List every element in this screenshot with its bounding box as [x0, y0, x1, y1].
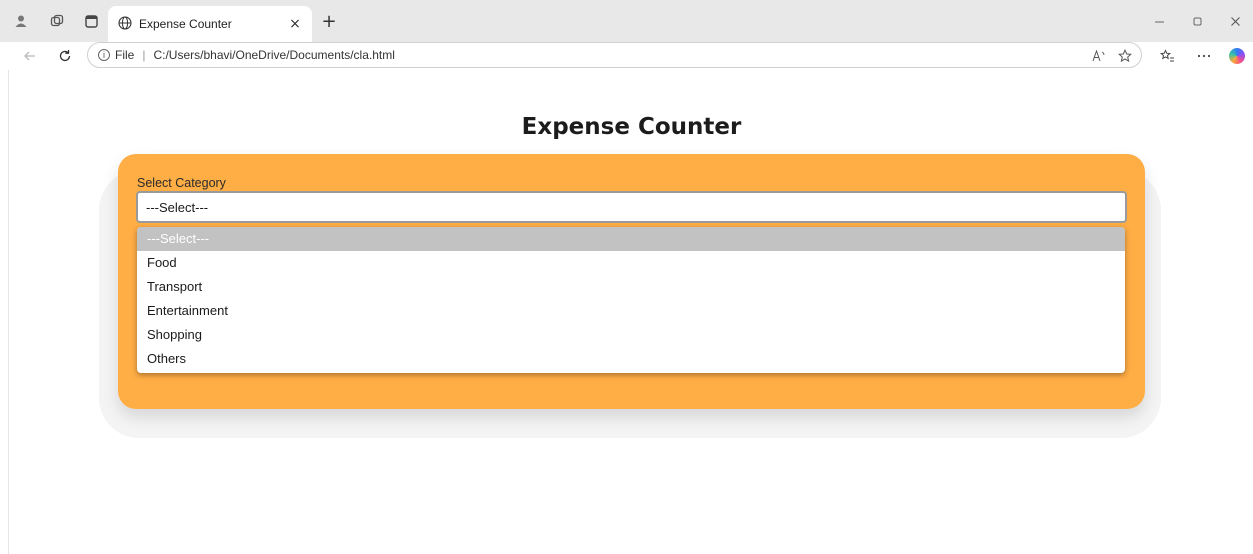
- refresh-icon[interactable]: [53, 44, 77, 68]
- dropdown-option-entertainment[interactable]: Entertainment: [137, 299, 1125, 323]
- category-label: Select Category: [137, 176, 226, 190]
- workspaces-icon[interactable]: [44, 8, 70, 34]
- back-icon[interactable]: [18, 44, 42, 68]
- url-separator: |: [142, 48, 146, 62]
- tab-actions-icon[interactable]: [78, 8, 104, 34]
- favorite-star-icon[interactable]: [1113, 43, 1137, 69]
- dropdown-option-food[interactable]: Food: [137, 251, 1125, 275]
- page-viewport: Expense Counter Select Category ---Selec…: [8, 70, 1253, 554]
- tab-title: Expense Counter: [139, 17, 232, 31]
- tab-close-icon[interactable]: ×: [284, 16, 306, 32]
- read-aloud-icon[interactable]: [1087, 43, 1111, 69]
- close-window-icon[interactable]: [1220, 10, 1250, 32]
- minimize-icon[interactable]: [1144, 10, 1174, 32]
- more-options-icon[interactable]: [1191, 44, 1217, 68]
- copilot-icon[interactable]: [1224, 44, 1250, 68]
- page-title: Expense Counter: [521, 114, 742, 140]
- address-bar: i File | C:/Users/bhavi/OneDrive/Documen…: [0, 42, 1253, 70]
- dropdown-option-transport[interactable]: Transport: [137, 275, 1125, 299]
- category-select[interactable]: ---Select---: [136, 191, 1127, 223]
- dropdown-option-placeholder[interactable]: ---Select---: [137, 227, 1125, 251]
- url-path: C:/Users/bhavi/OneDrive/Documents/cla.ht…: [153, 48, 395, 62]
- tab-bar: Expense Counter × +: [0, 0, 1253, 42]
- info-icon[interactable]: i: [98, 49, 110, 61]
- browser-tab[interactable]: Expense Counter ×: [108, 6, 312, 42]
- url-field[interactable]: i File | C:/Users/bhavi/OneDrive/Documen…: [87, 42, 1142, 68]
- category-dropdown-list: ---Select--- Food Transport Entertainment Sh…: [137, 227, 1125, 373]
- restore-icon[interactable]: [1182, 10, 1212, 32]
- favorites-icon[interactable]: [1154, 44, 1180, 68]
- dropdown-option-shopping[interactable]: Shopping: [137, 323, 1125, 347]
- url-scheme: File: [115, 48, 135, 62]
- new-tab-button[interactable]: +: [318, 10, 340, 32]
- globe-icon: [118, 15, 132, 34]
- profile-icon[interactable]: [8, 8, 34, 34]
- dropdown-option-others[interactable]: Others: [137, 347, 1125, 371]
